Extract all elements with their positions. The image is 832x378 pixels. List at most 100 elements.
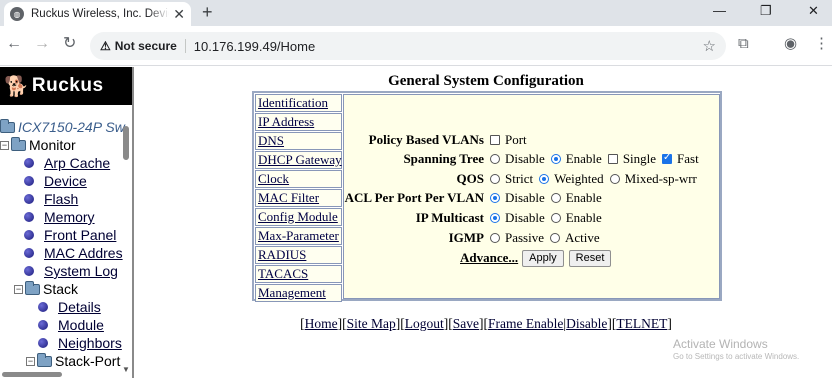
multicast-enable-label: Enable (565, 210, 602, 225)
arp-cache-link[interactable]: Arp Cache (44, 155, 110, 171)
scroll-down-icon[interactable]: ▼ (122, 365, 130, 374)
advance-link[interactable]: Advance... (460, 250, 518, 266)
browser-tab[interactable]: ◍ Ruckus Wireless, Inc. Device Ma ✕ (4, 2, 191, 26)
new-tab-icon[interactable]: + (202, 3, 213, 21)
cast-search-icon[interactable]: ⧉ (738, 36, 749, 51)
igmp-passive-radio[interactable] (490, 233, 500, 243)
stp-disable-radio[interactable] (490, 154, 500, 164)
back-arrow-icon[interactable]: ← (6, 36, 22, 52)
stp-enable-option[interactable]: Enable (550, 151, 602, 167)
tree-item-flash[interactable]: Flash (24, 190, 78, 208)
telnet-link[interactable]: TELNET (616, 316, 667, 331)
collapse-icon[interactable]: − (14, 284, 23, 294)
mac-address-link[interactable]: MAC Addres (44, 245, 123, 261)
stp-disable-option[interactable]: Disable (490, 151, 545, 167)
menu-dns[interactable]: DNS (255, 132, 342, 150)
memory-link[interactable]: Memory (44, 209, 95, 225)
logout-link[interactable]: Logout (405, 316, 444, 331)
details-link[interactable]: Details (58, 299, 101, 315)
multicast-disable-option[interactable]: Disable (490, 210, 545, 226)
row-ip-multicast: IP Multicast Disable Enable (344, 209, 721, 227)
module-link[interactable]: Module (58, 317, 104, 333)
tree-item-module[interactable]: Module (38, 316, 104, 334)
reload-icon[interactable]: ↻ (63, 36, 76, 52)
tree-item-mac-address[interactable]: MAC Addres (24, 244, 123, 262)
menu-dhcp-gateway[interactable]: DHCP Gateway (255, 151, 342, 169)
folder-icon (0, 118, 15, 133)
qos-weighted-radio[interactable] (539, 174, 550, 184)
tree-item-details[interactable]: Details (38, 298, 101, 316)
menu-identification[interactable]: Identification (255, 94, 342, 112)
minimize-icon[interactable]: — (713, 4, 726, 17)
multicast-disable-radio[interactable] (490, 213, 500, 223)
stp-enable-radio[interactable] (550, 154, 561, 164)
neighbors-link[interactable]: Neighbors (58, 335, 122, 351)
menu-management[interactable]: Management (255, 284, 342, 302)
restore-icon[interactable]: ❐ (760, 4, 772, 17)
qos-strict-option[interactable]: Strict (490, 171, 533, 187)
igmp-passive-option[interactable]: Passive (490, 230, 544, 246)
menu-mac-filter[interactable]: MAC Filter (255, 189, 342, 207)
tree-stack-port[interactable]: − Stack-Port (26, 352, 120, 370)
qos-mixed-option[interactable]: Mixed-sp-wrr (609, 171, 697, 187)
acl-enable-radio[interactable] (550, 193, 561, 203)
collapse-icon[interactable]: − (26, 356, 35, 366)
single-checkbox[interactable] (607, 154, 618, 164)
tree-stack[interactable]: − Stack (14, 280, 78, 298)
horizontal-scrollbar[interactable] (0, 370, 122, 378)
stp-single-option[interactable]: Single (607, 151, 656, 167)
qos-mixed-radio[interactable] (609, 174, 620, 184)
menu-radius[interactable]: RADIUS (255, 246, 342, 264)
fast-checkbox[interactable] (662, 152, 673, 164)
policy-vlans-port-option[interactable]: Port (490, 132, 527, 148)
acl-disable-option[interactable]: Disable (490, 190, 545, 206)
menu-tacacs[interactable]: TACACS (255, 265, 342, 283)
flash-link[interactable]: Flash (44, 191, 78, 207)
home-link[interactable]: Home (305, 316, 338, 331)
tree-item-system-log[interactable]: System Log (24, 262, 118, 280)
profile-icon[interactable]: ◉ (784, 36, 797, 51)
frame-enable-link[interactable]: Frame Enable (488, 316, 563, 331)
tree-item-memory[interactable]: Memory (24, 208, 95, 226)
apply-button[interactable]: Apply (522, 249, 564, 267)
tree-item-front-panel[interactable]: Front Panel (24, 226, 116, 244)
tree-monitor[interactable]: − Monitor (0, 136, 76, 154)
igmp-active-option[interactable]: Active (550, 230, 600, 246)
acl-disable-radio[interactable] (490, 193, 500, 203)
tree-device[interactable]: ICX7150-24P Sw (0, 118, 125, 136)
front-panel-link[interactable]: Front Panel (44, 227, 116, 243)
menu-config-module[interactable]: Config Module (255, 208, 342, 226)
multicast-enable-radio[interactable] (550, 213, 561, 223)
close-tab-icon[interactable]: ✕ (173, 7, 185, 21)
site-map-link[interactable]: Site Map (347, 316, 396, 331)
menu-clock[interactable]: Clock (255, 170, 342, 188)
collapse-icon[interactable]: − (0, 140, 9, 150)
system-log-link[interactable]: System Log (44, 263, 118, 279)
close-window-icon[interactable]: ✕ (808, 4, 819, 17)
multicast-enable-option[interactable]: Enable (550, 210, 602, 226)
menu-ip-address[interactable]: IP Address (255, 113, 342, 131)
url-text[interactable]: 10.176.199.49/Home (194, 39, 315, 54)
horizontal-scroll-thumb[interactable] (2, 372, 62, 377)
port-checkbox[interactable] (490, 135, 500, 145)
tree-item-arp-cache[interactable]: Arp Cache (24, 154, 110, 172)
device-link[interactable]: Device (44, 173, 87, 189)
igmp-active-radio[interactable] (550, 233, 560, 243)
stp-fast-option[interactable]: Fast (662, 151, 699, 167)
save-link[interactable]: Save (453, 316, 479, 331)
vertical-scroll-thumb[interactable] (123, 126, 129, 160)
frame-disable-link[interactable]: Disable (566, 316, 607, 331)
menu-dots-icon[interactable]: ⋮ (814, 36, 829, 51)
qos-strict-radio[interactable] (490, 174, 500, 184)
address-bar[interactable]: ⚠ Not secure 10.176.199.49/Home ☆ (90, 32, 726, 60)
vertical-scrollbar[interactable]: ▼ (122, 122, 130, 378)
security-chip[interactable]: ⚠ Not secure (100, 39, 177, 53)
tree-item-neighbors[interactable]: Neighbors (38, 334, 122, 352)
forward-arrow-icon[interactable]: → (34, 36, 50, 52)
menu-max-parameter[interactable]: Max-Parameter (255, 227, 342, 245)
qos-weighted-option[interactable]: Weighted (539, 171, 604, 187)
reset-button[interactable]: Reset (568, 249, 612, 267)
acl-enable-option[interactable]: Enable (550, 190, 602, 206)
tree-item-device[interactable]: Device (24, 172, 87, 190)
bookmark-star-icon[interactable]: ☆ (703, 37, 716, 55)
